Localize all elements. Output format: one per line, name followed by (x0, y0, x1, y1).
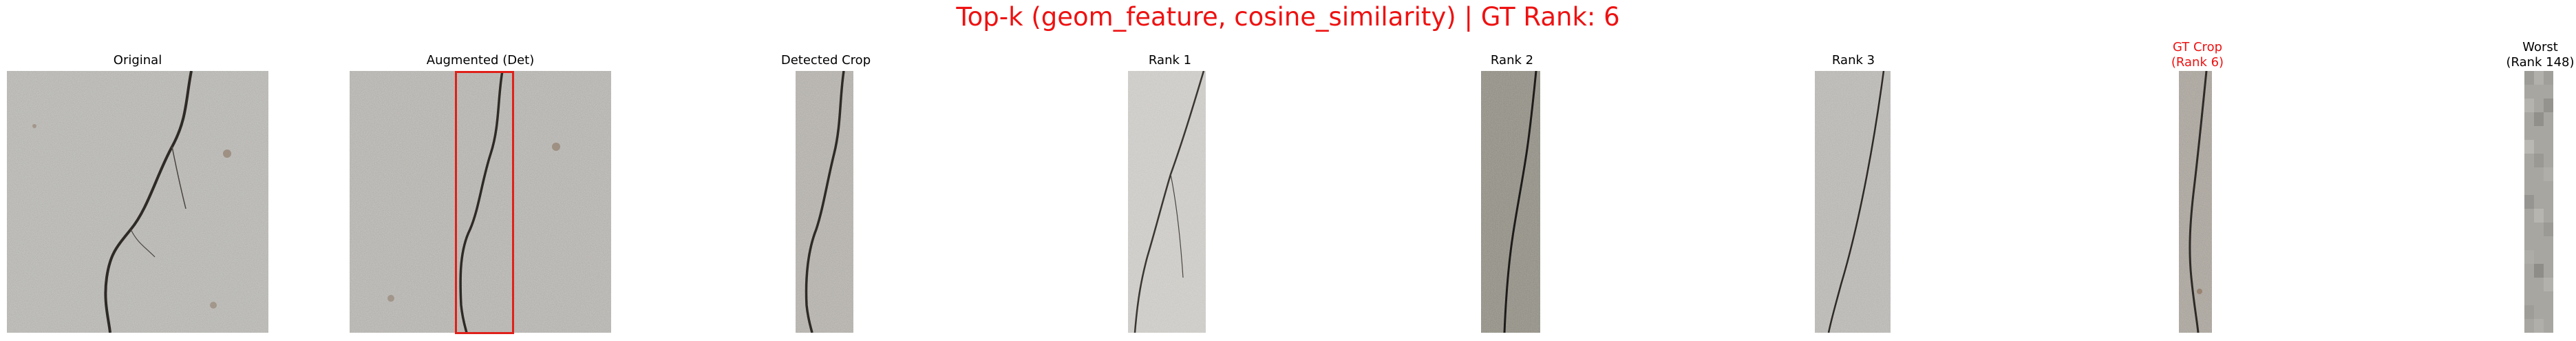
panel-title-gt-crop: GT Crop (Rank 6) (2115, 40, 2280, 70)
panel-title-augmented: Augmented (Det) (426, 53, 535, 68)
figure-title: Top-k (geom_feature, cosine_similarity) … (956, 2, 1620, 32)
detected-crop-image (796, 71, 853, 333)
panel-title-detected-crop: Detected Crop (780, 53, 871, 68)
worst-image (2524, 71, 2553, 333)
panel-title-rank-2: Rank 2 (1490, 53, 1534, 68)
panel-title-rank-1: Rank 1 (1148, 53, 1192, 68)
rank-2-image (1481, 71, 1540, 333)
panel-title-worst: Worst (Rank 148) (2458, 40, 2576, 70)
worst-title-line1: Worst (2522, 40, 2558, 54)
detection-box (455, 71, 514, 334)
panel-title-rank-3: Rank 3 (1831, 53, 1875, 68)
original-image (7, 71, 268, 333)
worst-title-line2: (Rank 148) (2506, 55, 2575, 70)
gt-crop-title-line1: GT Crop (2172, 40, 2223, 54)
gt-crop-image (2179, 71, 2212, 333)
gt-crop-title-line2: (Rank 6) (2171, 55, 2224, 70)
panel-title-original: Original (113, 53, 162, 68)
rank-3-image (1815, 71, 1891, 333)
rank-1-image (1128, 71, 1206, 333)
